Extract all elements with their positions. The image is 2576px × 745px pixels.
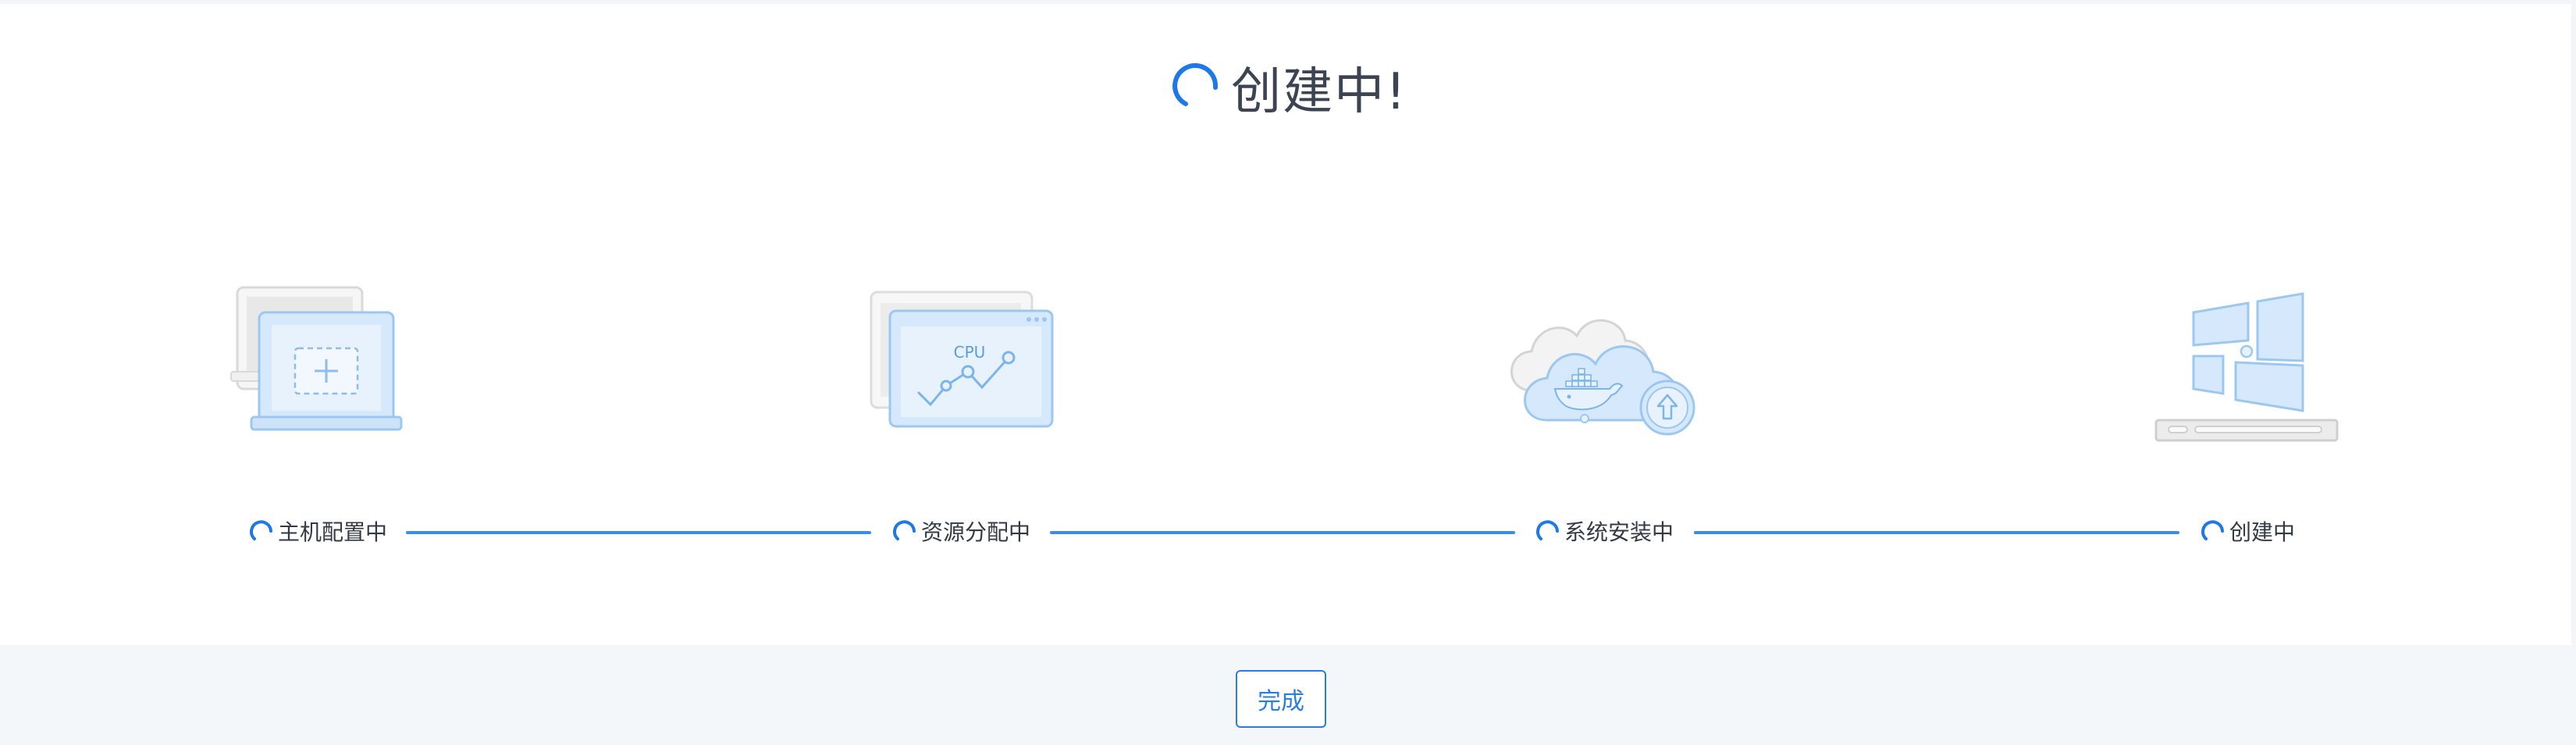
step-resource-alloc: 资源分配中 — [891, 512, 1030, 551]
windows-server-icon — [2154, 292, 2339, 442]
cpu-text: CPU — [954, 343, 986, 362]
step-label: 资源分配中 — [921, 519, 1031, 545]
step-label: 主机配置中 — [278, 519, 388, 545]
cloud-docker-upload-icon — [1510, 319, 1695, 436]
loading-spinner-icon — [1536, 520, 1559, 540]
progress-connector — [1694, 531, 2179, 534]
loading-spinner-icon — [2201, 520, 2224, 540]
loading-spinner-icon — [250, 520, 272, 540]
step-label: 系统安装中 — [1564, 519, 1674, 545]
finish-button[interactable]: 完成 — [1236, 670, 1326, 728]
page-header: 创建中! — [0, 48, 2576, 127]
progress-connector — [1050, 531, 1515, 534]
laptop-add-icon — [230, 286, 403, 431]
loading-spinner-icon — [1172, 63, 1219, 106]
loading-spinner-icon — [893, 520, 916, 540]
cpu-monitor-icon: CPU — [870, 291, 1054, 428]
step-label: 创建中 — [2229, 519, 2296, 545]
step-host-config: 主机配置中 — [248, 512, 387, 551]
step-system-install: 系统安装中 — [1535, 512, 1674, 551]
progress-connector — [406, 531, 871, 534]
step-creating: 创建中 — [2200, 512, 2295, 551]
page-title: 创建中! — [1231, 63, 1407, 121]
